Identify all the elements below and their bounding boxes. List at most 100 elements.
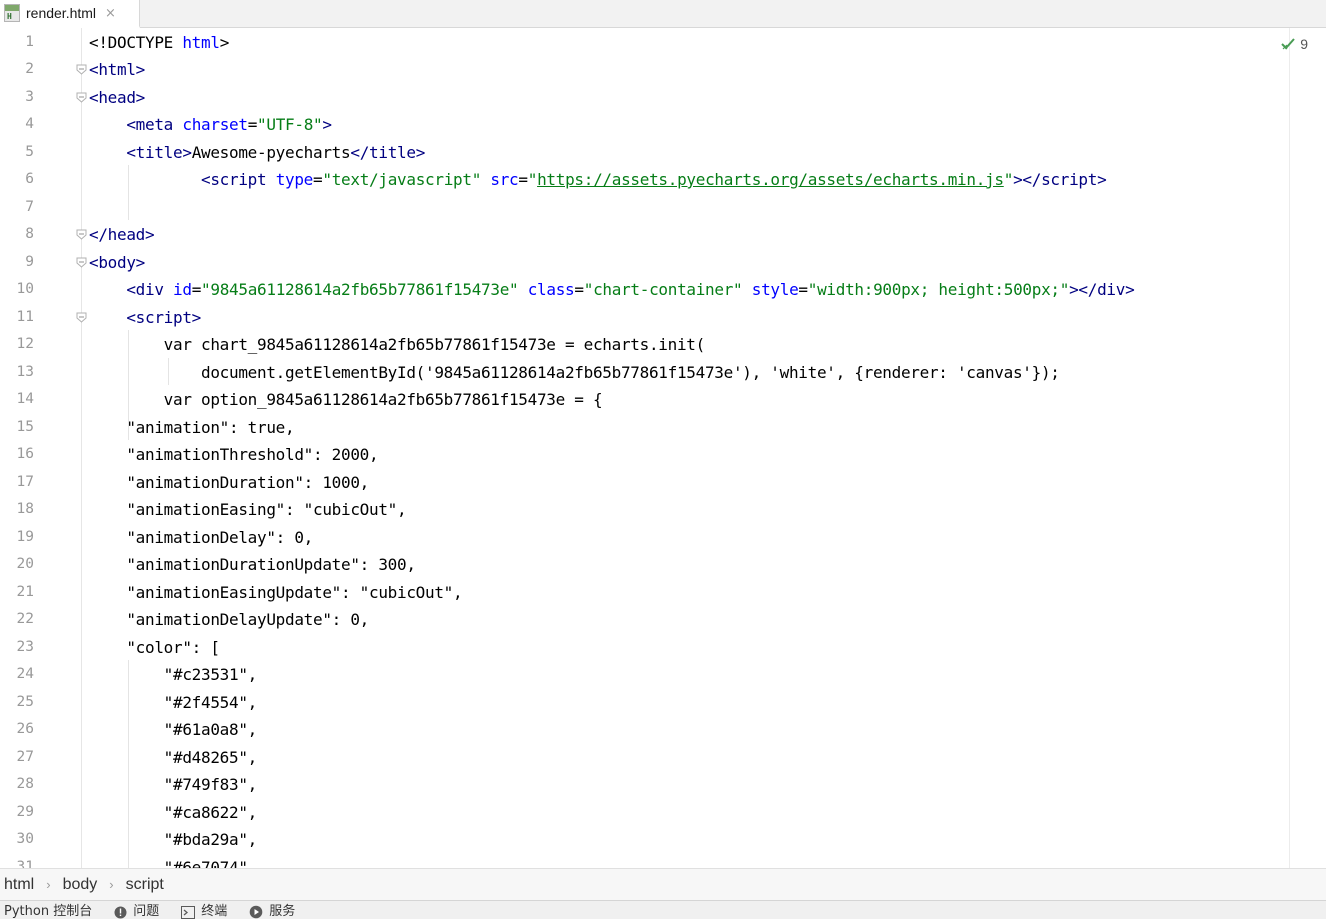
code-line[interactable]: 30 "#bda29a", xyxy=(0,826,1289,854)
code-text: "#61a0a8", xyxy=(89,720,258,739)
code-line[interactable]: 23 "color": [ xyxy=(0,634,1289,662)
code-line[interactable]: 10 <div id="9845a61128614a2fb65b77861f15… xyxy=(0,276,1289,304)
code-text: <body> xyxy=(89,252,145,272)
inspection-widget[interactable]: 9 xyxy=(1280,36,1308,52)
code-text: var chart_9845a61128614a2fb65b77861f1547… xyxy=(89,335,706,354)
breadcrumb-item-body[interactable]: body xyxy=(63,876,98,894)
code-line[interactable]: 6 <script type="text/javascript" src="ht… xyxy=(0,166,1289,194)
terminal-icon xyxy=(181,905,196,919)
code-text: <meta charset="UTF-8"> xyxy=(126,115,332,134)
line-number: 29 xyxy=(16,803,34,820)
line-number: 10 xyxy=(16,281,34,297)
code-line[interactable]: 24 "#c23531", xyxy=(0,661,1289,689)
line-number: 21 xyxy=(16,583,34,600)
close-tab-icon[interactable]: × xyxy=(105,6,116,21)
code-text: <title>Awesome-pyecharts</title> xyxy=(126,142,426,162)
tool-window-problems[interactable]: 问题 xyxy=(114,901,159,919)
code-line[interactable]: 14 var option_9845a61128614a2fb65b77861f… xyxy=(0,386,1289,414)
line-number: 28 xyxy=(16,776,34,792)
line-number: 8 xyxy=(25,226,34,242)
line-number: 20 xyxy=(16,556,34,572)
code-line[interactable]: 25 "#2f4554", xyxy=(0,689,1289,717)
chevron-right-icon: › xyxy=(109,877,114,892)
tool-window-python-console[interactable]: Python 控制台 xyxy=(4,901,92,919)
code-line[interactable]: 8 </head> xyxy=(0,221,1289,249)
code-text: "#bda29a", xyxy=(89,830,258,849)
code-line[interactable]: 18 "animationEasing": "cubicOut", xyxy=(0,496,1289,524)
code-text: "animationThreshold": 2000, xyxy=(89,445,379,464)
code-text: document.getElementById('9845a61128614a2… xyxy=(89,362,1060,382)
line-number: 26 xyxy=(16,721,34,737)
code-line[interactable]: 17 "animationDuration": 1000, xyxy=(0,469,1289,497)
line-number: 15 xyxy=(16,418,34,435)
line-number: 5 xyxy=(25,143,34,160)
code-line[interactable]: 9 <body> xyxy=(0,249,1289,277)
code-line[interactable]: 27 "#d48265", xyxy=(0,744,1289,772)
code-text: "#d48265", xyxy=(89,747,258,767)
line-number: 16 xyxy=(16,446,34,462)
code-text: "#c23531", xyxy=(89,665,258,684)
code-text: "#2f4554", xyxy=(89,692,258,712)
check-icon xyxy=(1281,38,1295,50)
breadcrumb-item-html[interactable]: html xyxy=(4,876,34,894)
line-number: 17 xyxy=(16,473,34,490)
code-line[interactable]: 22 "animationDelayUpdate": 0, xyxy=(0,606,1289,634)
code-line[interactable]: 15 "animation": true, xyxy=(0,414,1289,442)
code-line[interactable]: 31 "#6e7074", xyxy=(0,854,1289,869)
tool-window-label: Python 控制台 xyxy=(4,904,93,919)
line-number: 1 xyxy=(25,33,34,50)
code-line[interactable]: 28 "#749f83", xyxy=(0,771,1289,799)
code-line[interactable]: 16 "animationThreshold": 2000, xyxy=(0,441,1289,469)
fold-marker-icon[interactable] xyxy=(76,229,87,240)
line-number: 7 xyxy=(25,198,34,215)
tool-window-services[interactable]: 服务 xyxy=(249,901,295,919)
html-file-icon: H xyxy=(4,4,20,22)
code-line[interactable]: 21 "animationEasingUpdate": "cubicOut", xyxy=(0,579,1289,607)
tool-window-terminal[interactable]: 终端 xyxy=(181,901,227,919)
code-text: var option_9845a61128614a2fb65b77861f154… xyxy=(89,390,603,409)
line-number: 4 xyxy=(25,116,34,132)
code-text: "animationDelayUpdate": 0, xyxy=(89,610,369,629)
line-number: 27 xyxy=(16,748,34,765)
right-margin-guide xyxy=(1289,28,1290,868)
problems-icon xyxy=(114,906,127,919)
code-editor[interactable]: 1 <!DOCTYPE html> 2 <html> 3 <head> 4 <meta ch… xyxy=(0,28,1326,868)
code-line[interactable]: 2 <html> xyxy=(0,56,1289,84)
code-line[interactable]: 26 "#61a0a8", xyxy=(0,716,1289,744)
code-line[interactable]: 29 "#ca8622", xyxy=(0,799,1289,827)
code-text: "animationEasingUpdate": "cubicOut", xyxy=(89,582,463,602)
code-text: "animation": true, xyxy=(89,417,295,437)
code-text: <script> xyxy=(126,307,202,327)
breadcrumb-item-script[interactable]: script xyxy=(126,876,164,894)
code-text: <div id="9845a61128614a2fb65b77861f15473… xyxy=(126,280,1135,299)
code-line[interactable]: 12 var chart_9845a61128614a2fb65b77861f1… xyxy=(0,331,1289,359)
breadcrumb: html › body › script xyxy=(0,868,1326,900)
code-text: "animationDuration": 1000, xyxy=(89,472,369,492)
fold-marker-icon[interactable] xyxy=(76,92,87,103)
code-text: "#ca8622", xyxy=(89,802,258,822)
services-icon xyxy=(249,905,263,919)
code-line[interactable]: 13 document.getElementById('9845a6112861… xyxy=(0,359,1289,387)
code-line[interactable]: 5 <title>Awesome-pyecharts</title> xyxy=(0,139,1289,167)
fold-marker-icon[interactable] xyxy=(76,257,87,268)
tool-window-label: 终端 xyxy=(201,904,228,919)
line-number: 12 xyxy=(16,336,34,352)
code-line[interactable]: 7 xyxy=(0,194,1289,222)
line-number: 6 xyxy=(25,171,34,187)
code-text: "#6e7074", xyxy=(89,857,258,869)
code-line[interactable]: 20 "animationDurationUpdate": 300, xyxy=(0,551,1289,579)
code-line[interactable]: 11 <script> xyxy=(0,304,1289,332)
code-line[interactable]: 4 <meta charset="UTF-8"> xyxy=(0,111,1289,139)
editor-tab-render-html[interactable]: H render.html × xyxy=(0,0,140,28)
code-line[interactable]: 3 <head> xyxy=(0,84,1289,112)
fold-marker-icon[interactable] xyxy=(76,312,87,323)
line-number: 3 xyxy=(25,88,34,105)
line-number: 31 xyxy=(16,858,34,869)
line-number: 14 xyxy=(16,391,34,407)
code-line[interactable]: 1 <!DOCTYPE html> xyxy=(0,29,1289,57)
code-text: </head> xyxy=(89,225,155,244)
line-number: 11 xyxy=(16,308,34,325)
tool-window-label: 服务 xyxy=(269,904,296,919)
fold-marker-icon[interactable] xyxy=(76,64,87,75)
code-line[interactable]: 19 "animationDelay": 0, xyxy=(0,524,1289,552)
